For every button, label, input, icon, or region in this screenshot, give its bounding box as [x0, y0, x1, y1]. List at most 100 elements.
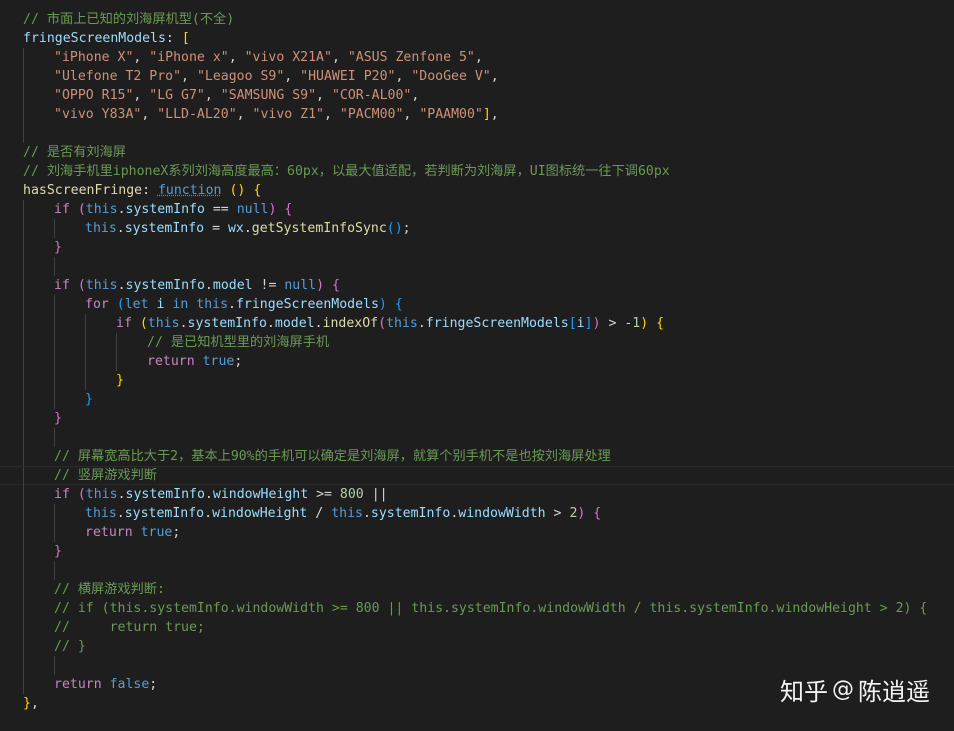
- code-line[interactable]: this.systemInfo = wx.getSystemInfoSync()…: [0, 219, 954, 238]
- code-line[interactable]: }: [0, 390, 954, 409]
- code-line[interactable]: // 市面上已知的刘海屏机型(不全): [0, 10, 954, 29]
- code-token: ,: [284, 69, 301, 84]
- indent-guide: [54, 333, 55, 352]
- code-line[interactable]: return true;: [0, 523, 954, 542]
- indent-guide: [54, 295, 55, 314]
- indent-guide: [23, 352, 24, 371]
- code-line[interactable]: // 屏幕宽高比大于2，基本上90%的手机可以确定是刘海屏，就算个别手机不是也按…: [0, 447, 954, 466]
- code-token: /: [307, 506, 332, 521]
- code-token: [: [568, 316, 577, 331]
- code-token: // 是否有刘海屏: [23, 145, 126, 160]
- code-token: ;: [234, 354, 243, 369]
- code-line[interactable]: [0, 257, 954, 276]
- code-line[interactable]: if (this.systemInfo.model.indexOf(this.f…: [0, 314, 954, 333]
- code-text: "OPPO R15", "LG G7", "SAMSUNG S9", "COR-…: [54, 86, 419, 105]
- code-line[interactable]: if (this.systemInfo.model != null) {: [0, 276, 954, 295]
- code-token: return: [54, 677, 102, 692]
- code-token: }: [116, 373, 124, 388]
- code-line[interactable]: // }: [0, 637, 954, 656]
- code-token: ,: [331, 50, 348, 65]
- code-line[interactable]: }: [0, 371, 954, 390]
- code-token: (: [378, 316, 387, 331]
- code-line[interactable]: // 刘海手机里iphoneX系列刘海高度最高：60px，以最大值适配，若判断为…: [0, 162, 954, 181]
- code-line[interactable]: "vivo Y83A", "LLD-AL20", "vivo Z1", "PAC…: [0, 105, 954, 124]
- indent-guide: [23, 467, 24, 486]
- indent-guide: [85, 314, 86, 333]
- code-line[interactable]: // if (this.systemInfo.windowWidth >= 80…: [0, 599, 954, 618]
- code-token: // if (this.systemInfo.windowWidth >= 80…: [54, 601, 928, 616]
- code-line[interactable]: return true;: [0, 352, 954, 371]
- code-line[interactable]: [0, 428, 954, 447]
- code-token: ;: [402, 221, 411, 236]
- code-text: // 是否有刘海屏: [23, 143, 126, 162]
- code-line[interactable]: for (let i in this.fringeScreenModels) {: [0, 295, 954, 314]
- code-token: // 屏幕宽高比大于2，基本上90%的手机可以确定是刘海屏，就算个别手机不是也按…: [54, 449, 611, 464]
- code-token: getSystemInfoSync: [251, 221, 387, 236]
- code-text: // 屏幕宽高比大于2，基本上90%的手机可以确定是刘海屏，就算个别手机不是也按…: [54, 447, 611, 466]
- code-token: "OPPO R15": [54, 88, 134, 103]
- code-line[interactable]: [0, 124, 954, 143]
- code-token: ,: [490, 69, 499, 84]
- code-line[interactable]: hasScreenFringe: function () {: [0, 181, 954, 200]
- code-token: }: [54, 240, 62, 255]
- code-token: "iPhone X": [54, 50, 134, 65]
- code-line[interactable]: // 横屏游戏判断:: [0, 580, 954, 599]
- indent-guide: [23, 523, 24, 542]
- indent-guide: [54, 352, 55, 371]
- code-token: .: [117, 487, 126, 502]
- code-line[interactable]: [0, 561, 954, 580]
- code-token: "Ulefone T2 Pro": [54, 69, 182, 84]
- code-line[interactable]: // 是已知机型里的刘海屏手机: [0, 333, 954, 352]
- code-token: systemInfo: [125, 202, 205, 217]
- indent-guide: [54, 371, 55, 390]
- indent-guide: [116, 352, 117, 371]
- code-token: if: [54, 487, 70, 502]
- indent-guide: [23, 333, 24, 352]
- indent-guide: [23, 219, 24, 238]
- code-token: windowHeight: [212, 487, 309, 502]
- code-line[interactable]: }: [0, 542, 954, 561]
- code-line[interactable]: // 是否有刘海屏: [0, 143, 954, 162]
- indent-guide: [23, 314, 24, 333]
- code-token: function: [157, 183, 222, 198]
- code-text: // return true;: [54, 618, 205, 637]
- code-token: systemInfo: [125, 487, 205, 502]
- code-line[interactable]: }: [0, 409, 954, 428]
- indent-guide: [54, 523, 55, 542]
- code-text: for (let i in this.fringeScreenModels) {: [85, 295, 403, 314]
- code-line[interactable]: this.systemInfo.windowHeight / this.syst…: [0, 504, 954, 523]
- code-line[interactable]: "OPPO R15", "LG G7", "SAMSUNG S9", "COR-…: [0, 86, 954, 105]
- zhihu-watermark: 知乎 @ 陈逍遥: [780, 672, 930, 707]
- code-token: .: [204, 487, 213, 502]
- code-token: systemInfo: [370, 506, 451, 521]
- code-line[interactable]: }: [0, 238, 954, 257]
- code-line[interactable]: "iPhone X", "iPhone x", "vivo X21A", "AS…: [0, 48, 954, 67]
- code-line[interactable]: if (this.systemInfo.windowHeight >= 800 …: [0, 485, 954, 504]
- code-line[interactable]: if (this.systemInfo == null) {: [0, 200, 954, 219]
- indent-guide: [23, 637, 24, 656]
- code-token: // 市面上已知的刘海屏机型(不全): [23, 12, 235, 27]
- code-line[interactable]: // return true;: [0, 618, 954, 637]
- code-line[interactable]: // 竖屏游戏判断: [0, 466, 954, 486]
- code-token: .: [417, 316, 426, 331]
- code-token: ): [640, 316, 649, 331]
- code-token: (: [116, 297, 125, 312]
- code-text: fringeScreenModels: [: [23, 29, 190, 48]
- code-line[interactable]: fringeScreenModels: [: [0, 29, 954, 48]
- indent-guide: [23, 485, 24, 504]
- code-token: >: [545, 506, 570, 521]
- code-token: if: [54, 202, 70, 217]
- indent-guide: [23, 295, 24, 314]
- code-text: hasScreenFringe: function () {: [23, 181, 261, 200]
- code-text: }: [54, 238, 62, 257]
- code-editor[interactable]: // 市面上已知的刘海屏机型(不全) fringeScreenModels: ["…: [0, 0, 954, 731]
- code-token: let: [124, 297, 149, 312]
- code-token: false: [109, 677, 150, 692]
- code-token: "Leagoo S9": [196, 69, 285, 84]
- code-line[interactable]: "Ulefone T2 Pro", "Leagoo S9", "HUAWEI P…: [0, 67, 954, 86]
- code-token: this: [331, 506, 363, 521]
- code-token: null: [236, 202, 269, 217]
- indent-guide: [54, 390, 55, 409]
